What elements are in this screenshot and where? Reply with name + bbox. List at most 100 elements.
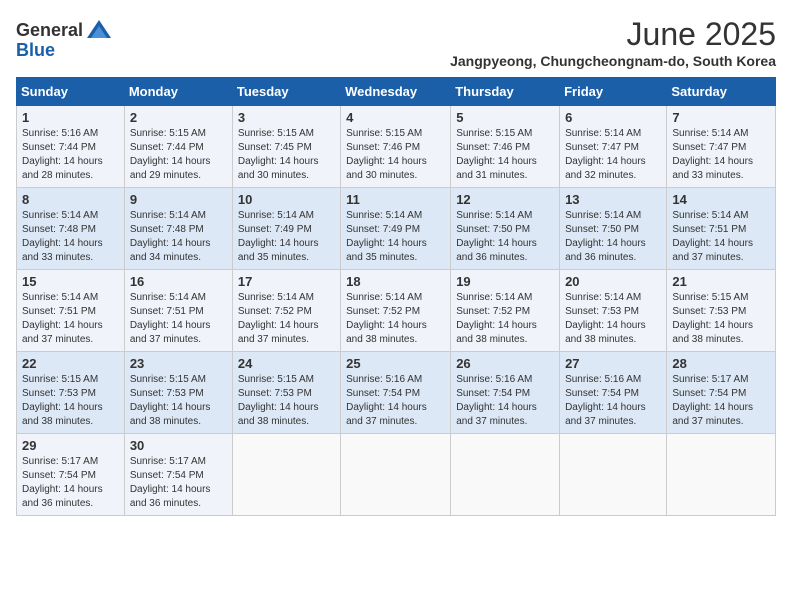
day-cell-14: 14Sunrise: 5:14 AMSunset: 7:51 PMDayligh… xyxy=(667,188,776,270)
day-number: 17 xyxy=(238,274,335,289)
day-number: 11 xyxy=(346,192,445,207)
column-header-monday: Monday xyxy=(124,78,232,106)
day-info: Sunrise: 5:17 AMSunset: 7:54 PMDaylight:… xyxy=(672,374,753,427)
empty-cell xyxy=(560,434,667,516)
day-number: 29 xyxy=(22,438,119,453)
day-number: 14 xyxy=(672,192,770,207)
day-number: 18 xyxy=(346,274,445,289)
day-info: Sunrise: 5:15 AMSunset: 7:46 PMDaylight:… xyxy=(346,128,427,181)
day-cell-22: 22Sunrise: 5:15 AMSunset: 7:53 PMDayligh… xyxy=(17,352,125,434)
day-cell-15: 15Sunrise: 5:14 AMSunset: 7:51 PMDayligh… xyxy=(17,270,125,352)
day-info: Sunrise: 5:14 AMSunset: 7:50 PMDaylight:… xyxy=(565,210,646,263)
day-cell-24: 24 Sunrise: 5:15 AMSunset: 7:53 PMDayligh… xyxy=(232,352,340,434)
day-info: Sunrise: 5:15 AMSunset: 7:53 PMDaylight:… xyxy=(130,374,211,427)
day-number: 5 xyxy=(456,110,554,125)
day-info: Sunrise: 5:17 AMSunset: 7:54 PMDaylight:… xyxy=(130,456,211,509)
week-row-2: 8 Sunrise: 5:14 AMSunset: 7:48 PMDaylight… xyxy=(17,188,776,270)
day-cell-11: 11 Sunrise: 5:14 AMSunset: 7:49 PMDayligh… xyxy=(341,188,451,270)
day-info: Sunrise: 5:14 AMSunset: 7:53 PMDaylight:… xyxy=(565,292,646,345)
day-cell-18: 18 Sunrise: 5:14 AMSunset: 7:52 PMDayligh… xyxy=(341,270,451,352)
logo: General Blue xyxy=(16,16,113,61)
day-number: 13 xyxy=(565,192,661,207)
day-info: Sunrise: 5:14 AMSunset: 7:47 PMDaylight:… xyxy=(565,128,646,181)
day-cell-9: 9 Sunrise: 5:14 AMSunset: 7:48 PMDaylight… xyxy=(124,188,232,270)
day-info: Sunrise: 5:14 AMSunset: 7:48 PMDaylight:… xyxy=(22,210,103,263)
day-number: 16 xyxy=(130,274,227,289)
month-title: June 2025 xyxy=(450,16,776,53)
day-number: 22 xyxy=(22,356,119,371)
day-cell-27: 27 Sunrise: 5:16 AMSunset: 7:54 PMDayligh… xyxy=(560,352,667,434)
day-cell-13: 13 Sunrise: 5:14 AMSunset: 7:50 PMDayligh… xyxy=(560,188,667,270)
empty-cell xyxy=(341,434,451,516)
day-cell-19: 19 Sunrise: 5:14 AMSunset: 7:52 PMDayligh… xyxy=(451,270,560,352)
day-number: 20 xyxy=(565,274,661,289)
day-cell-1: 1 Sunrise: 5:16 AMSunset: 7:44 PMDaylight… xyxy=(17,106,125,188)
day-number: 7 xyxy=(672,110,770,125)
day-cell-29: 29 Sunrise: 5:17 AMSunset: 7:54 PMDayligh… xyxy=(17,434,125,516)
day-cell-21: 21 Sunrise: 5:15 AMSunset: 7:53 PMDayligh… xyxy=(667,270,776,352)
day-info: Sunrise: 5:16 AMSunset: 7:54 PMDaylight:… xyxy=(565,374,646,427)
week-row-3: 15Sunrise: 5:14 AMSunset: 7:51 PMDayligh… xyxy=(17,270,776,352)
day-cell-17: 17Sunrise: 5:14 AMSunset: 7:52 PMDayligh… xyxy=(232,270,340,352)
day-info: Sunrise: 5:17 AMSunset: 7:54 PMDaylight:… xyxy=(22,456,103,509)
page-header: General Blue June 2025 Jangpyeong, Chung… xyxy=(16,16,776,69)
day-number: 25 xyxy=(346,356,445,371)
day-info: Sunrise: 5:14 AMSunset: 7:52 PMDaylight:… xyxy=(456,292,537,345)
column-header-saturday: Saturday xyxy=(667,78,776,106)
day-number: 10 xyxy=(238,192,335,207)
day-info: Sunrise: 5:15 AMSunset: 7:45 PMDaylight:… xyxy=(238,128,319,181)
day-cell-16: 16 Sunrise: 5:14 AMSunset: 7:51 PMDayligh… xyxy=(124,270,232,352)
calendar-table: SundayMondayTuesdayWednesdayThursdayFrid… xyxy=(16,77,776,516)
day-number: 23 xyxy=(130,356,227,371)
column-header-friday: Friday xyxy=(560,78,667,106)
day-info: Sunrise: 5:14 AMSunset: 7:49 PMDaylight:… xyxy=(238,210,319,263)
day-info: Sunrise: 5:15 AMSunset: 7:53 PMDaylight:… xyxy=(672,292,753,345)
day-info: Sunrise: 5:14 AMSunset: 7:52 PMDaylight:… xyxy=(346,292,427,345)
column-header-thursday: Thursday xyxy=(451,78,560,106)
day-number: 1 xyxy=(22,110,119,125)
day-info: Sunrise: 5:14 AMSunset: 7:47 PMDaylight:… xyxy=(672,128,753,181)
day-number: 12 xyxy=(456,192,554,207)
day-cell-7: 7 Sunrise: 5:14 AMSunset: 7:47 PMDaylight… xyxy=(667,106,776,188)
day-info: Sunrise: 5:16 AMSunset: 7:44 PMDaylight:… xyxy=(22,128,103,181)
day-info: Sunrise: 5:14 AMSunset: 7:51 PMDaylight:… xyxy=(22,292,103,345)
day-cell-10: 10 Sunrise: 5:14 AMSunset: 7:49 PMDayligh… xyxy=(232,188,340,270)
day-cell-30: 30 Sunrise: 5:17 AMSunset: 7:54 PMDayligh… xyxy=(124,434,232,516)
day-cell-20: 20 Sunrise: 5:14 AMSunset: 7:53 PMDayligh… xyxy=(560,270,667,352)
empty-cell xyxy=(232,434,340,516)
day-cell-3: 3 Sunrise: 5:15 AMSunset: 7:45 PMDaylight… xyxy=(232,106,340,188)
day-number: 28 xyxy=(672,356,770,371)
day-number: 8 xyxy=(22,192,119,207)
header-row: SundayMondayTuesdayWednesdayThursdayFrid… xyxy=(17,78,776,106)
day-info: Sunrise: 5:14 AMSunset: 7:50 PMDaylight:… xyxy=(456,210,537,263)
day-cell-5: 5Sunrise: 5:15 AMSunset: 7:46 PMDaylight… xyxy=(451,106,560,188)
day-number: 30 xyxy=(130,438,227,453)
day-number: 3 xyxy=(238,110,335,125)
day-number: 26 xyxy=(456,356,554,371)
day-info: Sunrise: 5:14 AMSunset: 7:48 PMDaylight:… xyxy=(130,210,211,263)
location: Jangpyeong, Chungcheongnam-do, South Kor… xyxy=(450,53,776,69)
day-number: 9 xyxy=(130,192,227,207)
empty-cell xyxy=(451,434,560,516)
day-info: Sunrise: 5:16 AMSunset: 7:54 PMDaylight:… xyxy=(456,374,537,427)
day-cell-23: 23 Sunrise: 5:15 AMSunset: 7:53 PMDayligh… xyxy=(124,352,232,434)
day-info: Sunrise: 5:14 AMSunset: 7:49 PMDaylight:… xyxy=(346,210,427,263)
empty-cell xyxy=(667,434,776,516)
column-header-wednesday: Wednesday xyxy=(341,78,451,106)
day-number: 19 xyxy=(456,274,554,289)
day-cell-12: 12 Sunrise: 5:14 AMSunset: 7:50 PMDayligh… xyxy=(451,188,560,270)
week-row-5: 29 Sunrise: 5:17 AMSunset: 7:54 PMDayligh… xyxy=(17,434,776,516)
day-info: Sunrise: 5:14 AMSunset: 7:51 PMDaylight:… xyxy=(130,292,211,345)
day-cell-26: 26 Sunrise: 5:16 AMSunset: 7:54 PMDayligh… xyxy=(451,352,560,434)
day-number: 24 xyxy=(238,356,335,371)
day-info: Sunrise: 5:16 AMSunset: 7:54 PMDaylight:… xyxy=(346,374,427,427)
logo-icon xyxy=(85,16,113,44)
title-block: June 2025 Jangpyeong, Chungcheongnam-do,… xyxy=(450,16,776,69)
day-number: 27 xyxy=(565,356,661,371)
week-row-4: 22 Sunrise: 5:15 AMSunset: 7:53 PMDayligh… xyxy=(17,352,776,434)
day-number: 21 xyxy=(672,274,770,289)
day-info: Sunrise: 5:15 AMSunset: 7:53 PMDaylight:… xyxy=(238,374,319,427)
day-number: 2 xyxy=(130,110,227,125)
day-cell-2: 2Sunrise: 5:15 AMSunset: 7:44 PMDaylight… xyxy=(124,106,232,188)
day-number: 4 xyxy=(346,110,445,125)
